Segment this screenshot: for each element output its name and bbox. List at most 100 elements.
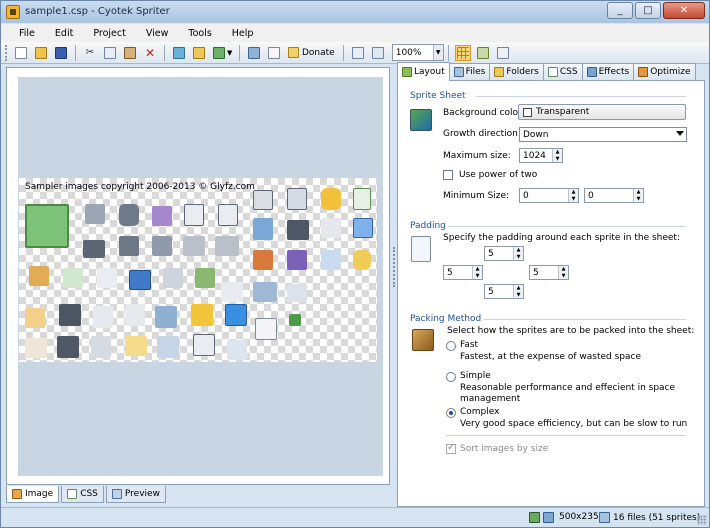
sprite-image[interactable] bbox=[353, 250, 371, 270]
paste-button[interactable] bbox=[122, 45, 138, 61]
zoom-chevron-down-icon[interactable]: ▼ bbox=[432, 45, 443, 60]
delete-button[interactable]: ✕ bbox=[142, 45, 158, 61]
zoom-fit-button[interactable] bbox=[350, 45, 366, 61]
tab-preview[interactable]: Preview bbox=[105, 486, 166, 503]
sprite-image[interactable] bbox=[253, 282, 277, 302]
sprite-image[interactable] bbox=[195, 268, 215, 288]
sprite-image[interactable] bbox=[91, 336, 111, 358]
zoom-select[interactable]: 100% ▼ bbox=[391, 44, 444, 61]
sprite-image[interactable] bbox=[225, 304, 247, 326]
save-button[interactable] bbox=[53, 45, 69, 61]
sprite-canvas[interactable]: Sampler images copyright 2006-2013 © Gly… bbox=[6, 67, 390, 485]
sprite-image[interactable] bbox=[183, 236, 205, 256]
sprite-image[interactable] bbox=[221, 282, 243, 302]
pane-splitter[interactable] bbox=[392, 67, 396, 507]
sprite-image[interactable] bbox=[227, 340, 247, 360]
packing-simple-radio[interactable] bbox=[446, 372, 456, 382]
padding-right-stepper[interactable]: 5 ▲ ▼ bbox=[529, 265, 569, 280]
stepper-buttons[interactable]: ▲ ▼ bbox=[552, 149, 562, 162]
sprite-image[interactable] bbox=[321, 250, 341, 270]
sprite-image[interactable] bbox=[253, 250, 273, 270]
transparency-button[interactable] bbox=[495, 45, 511, 61]
sprite-image[interactable] bbox=[29, 266, 49, 286]
sprite-image[interactable] bbox=[155, 306, 177, 328]
tab-css[interactable]: CSS bbox=[61, 486, 104, 503]
stepper-buttons[interactable]: ▲ ▼ bbox=[472, 266, 482, 279]
title-bar[interactable]: sample1.csp - Cyotek Spriter _ □ ✕ bbox=[1, 1, 709, 23]
sprite-image[interactable] bbox=[83, 240, 105, 258]
stepper-buttons[interactable]: ▲ ▼ bbox=[568, 189, 578, 202]
export-button[interactable] bbox=[211, 45, 227, 61]
padding-top-stepper[interactable]: 5 ▲ ▼ bbox=[484, 246, 524, 261]
minimum-height-stepper[interactable]: 0 ▲ ▼ bbox=[584, 188, 644, 203]
minimize-button[interactable]: _ bbox=[607, 2, 633, 19]
new-button[interactable] bbox=[13, 45, 29, 61]
sprite-image[interactable] bbox=[184, 204, 204, 226]
sprite-image[interactable] bbox=[25, 338, 47, 358]
sprite-image[interactable] bbox=[125, 304, 145, 326]
stepper-down-icon[interactable]: ▼ bbox=[634, 196, 643, 203]
sprite-image[interactable] bbox=[25, 308, 45, 328]
resize-grip-icon[interactable] bbox=[697, 515, 707, 525]
sprite-image[interactable] bbox=[255, 318, 277, 340]
toolbar-grip[interactable] bbox=[5, 44, 8, 61]
maximize-button[interactable]: □ bbox=[635, 2, 661, 19]
stepper-down-icon[interactable]: ▼ bbox=[514, 292, 523, 299]
sprite-image[interactable] bbox=[97, 268, 117, 288]
stepper-buttons[interactable]: ▲ ▼ bbox=[513, 285, 523, 298]
sprite-image[interactable] bbox=[152, 236, 172, 256]
padding-bottom-stepper[interactable]: 5 ▲ ▼ bbox=[484, 284, 524, 299]
stepper-down-icon[interactable]: ▼ bbox=[514, 254, 523, 261]
menu-edit[interactable]: Edit bbox=[45, 28, 83, 39]
padding-left-stepper[interactable]: 5 ▲ ▼ bbox=[443, 265, 483, 280]
sprite-image[interactable] bbox=[191, 304, 213, 326]
menu-help[interactable]: Help bbox=[222, 28, 264, 39]
sprite-image[interactable] bbox=[287, 220, 309, 240]
maximum-size-stepper[interactable]: 1024 ▲ ▼ bbox=[519, 148, 563, 163]
export-dropdown-chevron-icon[interactable]: ▼ bbox=[227, 49, 235, 57]
add-folder-button[interactable] bbox=[191, 45, 207, 61]
sprite-image[interactable] bbox=[152, 206, 172, 226]
sprite-image[interactable] bbox=[287, 188, 307, 210]
tab-image[interactable]: Image bbox=[6, 486, 60, 503]
sprite-image[interactable] bbox=[321, 218, 341, 238]
donate-button[interactable]: Donate bbox=[284, 44, 339, 61]
tab-folders[interactable]: Folders bbox=[489, 63, 544, 80]
sprite-image[interactable] bbox=[193, 334, 215, 356]
cut-button[interactable]: ✂ bbox=[82, 45, 98, 61]
sprite-image[interactable] bbox=[163, 268, 183, 288]
stepper-down-icon[interactable]: ▼ bbox=[553, 156, 562, 163]
show-bounds-button[interactable] bbox=[475, 45, 491, 61]
sprite-image[interactable] bbox=[353, 188, 371, 210]
toggle-grid-button[interactable] bbox=[454, 44, 471, 61]
tab-optimize[interactable]: Optimize bbox=[633, 63, 696, 80]
actual-size-button[interactable] bbox=[370, 45, 386, 61]
stepper-down-icon[interactable]: ▼ bbox=[559, 273, 568, 280]
menu-tools[interactable]: Tools bbox=[178, 28, 221, 39]
sprite-magnifier[interactable] bbox=[25, 204, 69, 248]
sprite-image[interactable] bbox=[119, 204, 139, 226]
stepper-buttons[interactable]: ▲ ▼ bbox=[633, 189, 643, 202]
sprite-image[interactable] bbox=[93, 306, 113, 328]
copy-button[interactable] bbox=[102, 45, 118, 61]
sprite-image[interactable] bbox=[59, 304, 81, 326]
sprite-image[interactable] bbox=[57, 336, 79, 358]
sprite-image[interactable] bbox=[289, 314, 301, 326]
menu-project[interactable]: Project bbox=[83, 28, 136, 39]
settings-button[interactable] bbox=[266, 45, 282, 61]
open-button[interactable] bbox=[33, 45, 49, 61]
sort-by-size-checkbox[interactable] bbox=[446, 442, 456, 454]
sprite-image[interactable] bbox=[321, 188, 341, 210]
stepper-buttons[interactable]: ▲ ▼ bbox=[558, 266, 568, 279]
tab-effects[interactable]: Effects bbox=[581, 63, 635, 80]
tab-files[interactable]: Files bbox=[448, 63, 491, 80]
sprite-image[interactable] bbox=[287, 284, 307, 302]
sprite-image[interactable] bbox=[125, 336, 147, 356]
menu-view[interactable]: View bbox=[136, 28, 179, 39]
power-of-two-checkbox[interactable] bbox=[443, 170, 453, 180]
sprite-image[interactable] bbox=[253, 190, 273, 210]
sprite-image[interactable] bbox=[63, 268, 83, 288]
stepper-buttons[interactable]: ▲ ▼ bbox=[513, 247, 523, 260]
packing-fast-radio[interactable] bbox=[446, 341, 456, 351]
sprite-image[interactable] bbox=[85, 204, 105, 224]
